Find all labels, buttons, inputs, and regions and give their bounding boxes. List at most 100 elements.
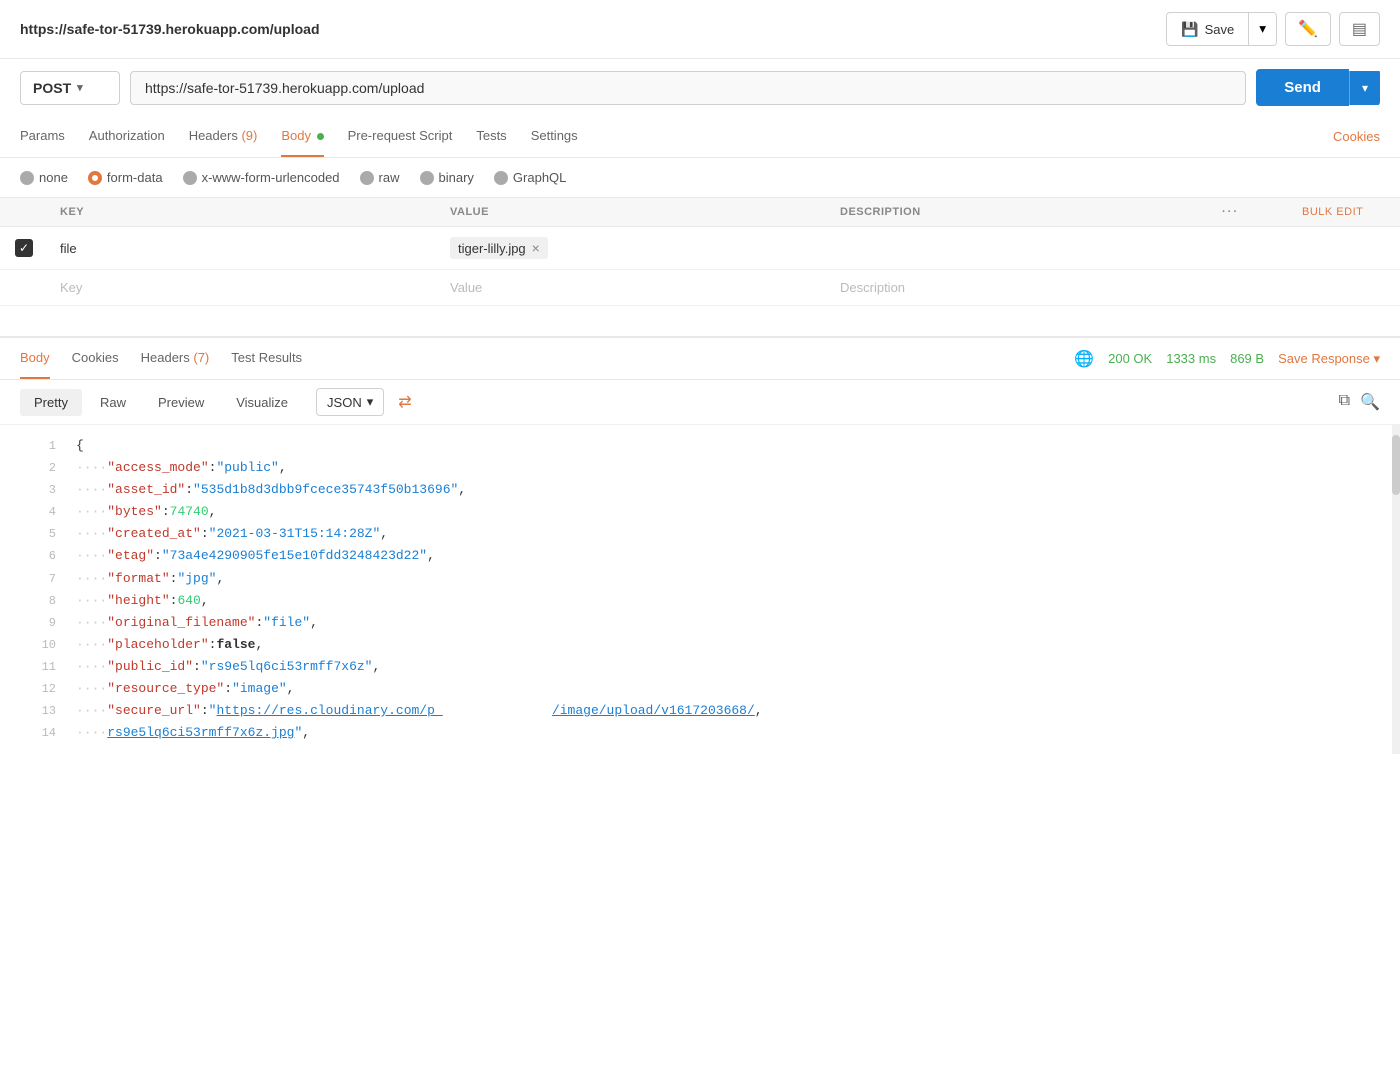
response-section: Body Cookies Headers (7) Test Results 🌐 … xyxy=(0,336,1400,754)
tab-params[interactable]: Params xyxy=(20,116,65,157)
row-key-value: file xyxy=(60,241,77,256)
body-type-binary[interactable]: binary xyxy=(420,170,474,185)
format-type-select[interactable]: JSON ▾ xyxy=(316,388,384,416)
globe-icon: 🌐 xyxy=(1074,349,1094,369)
radio-raw-icon xyxy=(360,171,374,185)
row-actions-cell xyxy=(1210,227,1290,270)
secure-url-link[interactable]: https://res.cloudinary.com/p_ xyxy=(216,700,442,722)
body-type-graphql[interactable]: GraphQL xyxy=(494,170,566,185)
json-line-12: 12 ···· "resource_type": "image", xyxy=(0,678,1400,700)
edit-icon: ✏️ xyxy=(1298,21,1318,38)
checkbox-checked-icon[interactable]: ✓ xyxy=(15,239,33,257)
row-desc-cell xyxy=(828,227,1210,270)
row-bulk-cell xyxy=(1290,227,1400,270)
key-placeholder: Key xyxy=(60,280,82,295)
tab-authorization[interactable]: Authorization xyxy=(89,116,165,157)
row-checkbox-cell[interactable]: ✓ xyxy=(0,227,48,270)
empty-desc-cell[interactable]: Description xyxy=(828,270,1210,306)
row-value-cell: tiger-lilly.jpg × xyxy=(438,227,828,270)
secure-url-filename-link[interactable]: rs9e5lq6ci53rmff7x6z.jpg xyxy=(107,722,294,744)
status-ok-badge: 200 OK xyxy=(1108,351,1152,366)
json-line-5: 5 ···· "created_at": "2021-03-31T15:14:2… xyxy=(0,523,1400,545)
file-tag-remove-button[interactable]: × xyxy=(532,240,540,256)
json-line-8: 8 ···· "height": 640, xyxy=(0,590,1400,612)
scrollbar-track[interactable] xyxy=(1392,425,1400,754)
edit-button[interactable]: ✏️ xyxy=(1285,12,1331,46)
url-input[interactable] xyxy=(130,71,1246,105)
file-tag-name: tiger-lilly.jpg xyxy=(458,241,526,256)
json-line-1: 1 { xyxy=(0,435,1400,457)
desc-placeholder: Description xyxy=(840,280,905,295)
method-select[interactable]: POST ▾ xyxy=(20,71,120,105)
comment-button[interactable]: ▤ xyxy=(1339,12,1380,46)
json-line-3: 3 ···· "asset_id": "535d1b8d3dbb9fcece35… xyxy=(0,479,1400,501)
response-tab-body[interactable]: Body xyxy=(20,338,50,379)
json-line-9: 9 ···· "original_filename": "file", xyxy=(0,612,1400,634)
json-line-6: 6 ···· "etag": "73a4e4290905fe15e10fdd32… xyxy=(0,545,1400,567)
format-tab-preview[interactable]: Preview xyxy=(144,389,218,416)
json-line-13: 13 ···· "secure_url": "https://res.cloud… xyxy=(0,700,1400,722)
response-body-actions: ⧉ 🔍 xyxy=(1339,392,1380,412)
format-tab-raw[interactable]: Raw xyxy=(86,389,140,416)
json-line-2: 2 ···· "access_mode": "public", xyxy=(0,457,1400,479)
row-key-cell: file xyxy=(48,227,438,270)
json-line-7: 7 ···· "format": "jpg", xyxy=(0,568,1400,590)
response-tabs: Body Cookies Headers (7) Test Results 🌐 … xyxy=(0,338,1400,380)
table-row: ✓ file tiger-lilly.jpg × xyxy=(0,227,1400,270)
tab-tests[interactable]: Tests xyxy=(476,116,506,157)
send-dropdown-button[interactable]: ▾ xyxy=(1349,71,1380,105)
format-select-arrow-icon: ▾ xyxy=(367,394,374,410)
save-button[interactable]: 💾 Save xyxy=(1167,15,1248,44)
response-tab-cookies[interactable]: Cookies xyxy=(72,338,119,379)
radio-form-data-icon xyxy=(88,171,102,185)
search-icon[interactable]: 🔍 xyxy=(1360,392,1380,412)
cookies-link[interactable]: Cookies xyxy=(1333,129,1380,144)
save-icon: 💾 xyxy=(1181,21,1198,38)
scrollbar-thumb[interactable] xyxy=(1392,435,1400,495)
response-tab-test-results[interactable]: Test Results xyxy=(231,338,302,379)
send-main-button[interactable]: Send xyxy=(1256,69,1349,106)
body-type-row: none form-data x-www-form-urlencoded raw… xyxy=(0,158,1400,198)
save-dropdown-button[interactable]: ▾ xyxy=(1248,13,1276,45)
radio-urlencoded-icon xyxy=(183,171,197,185)
radio-none-icon xyxy=(20,171,34,185)
tab-headers[interactable]: Headers (9) xyxy=(189,116,258,157)
tab-settings[interactable]: Settings xyxy=(531,116,578,157)
format-tab-pretty[interactable]: Pretty xyxy=(20,389,82,416)
empty-bulk-cell xyxy=(1290,270,1400,306)
tab-pre-request[interactable]: Pre-request Script xyxy=(348,116,453,157)
json-body: 1 { 2 ···· "access_mode": "public", 3 ··… xyxy=(0,425,1400,754)
table-check-header xyxy=(0,198,48,227)
table-desc-header: DESCRIPTION xyxy=(828,198,1210,227)
status-size: 869 B xyxy=(1230,351,1264,366)
empty-actions-cell xyxy=(1210,270,1290,306)
copy-icon[interactable]: ⧉ xyxy=(1339,392,1350,412)
status-time: 1333 ms xyxy=(1166,351,1216,366)
save-response-link[interactable]: Save Response ▾ xyxy=(1278,351,1380,367)
three-dots-icon: ··· xyxy=(1222,206,1239,218)
body-type-urlencoded[interactable]: x-www-form-urlencoded xyxy=(183,170,340,185)
wrap-icon[interactable]: ⇄ xyxy=(398,392,411,412)
url-bar: https://safe-tor-51739.herokuapp.com/upl… xyxy=(0,0,1400,59)
response-tab-headers[interactable]: Headers (7) xyxy=(141,338,210,379)
format-row: Pretty Raw Preview Visualize JSON ▾ ⇄ ⧉ … xyxy=(0,380,1400,425)
table-value-header: VALUE xyxy=(438,198,828,227)
body-type-raw[interactable]: raw xyxy=(360,170,400,185)
json-line-14: 14 ···· rs9e5lq6ci53rmff7x6z.jpg", xyxy=(0,722,1400,744)
response-status-bar: 🌐 200 OK 1333 ms 869 B Save Response ▾ xyxy=(1074,349,1380,369)
url-bar-actions: 💾 Save ▾ ✏️ ▤ xyxy=(1166,12,1380,46)
secure-url-path-link[interactable]: /image/upload/v1617203668/ xyxy=(552,700,755,722)
body-type-form-data[interactable]: form-data xyxy=(88,170,163,185)
empty-check-cell xyxy=(0,270,48,306)
format-tab-visualize[interactable]: Visualize xyxy=(222,389,302,416)
body-type-none[interactable]: none xyxy=(20,170,68,185)
table-bulk-header[interactable]: Bulk Edit xyxy=(1290,198,1400,227)
empty-value-cell[interactable]: Value xyxy=(438,270,828,306)
body-table: KEY VALUE DESCRIPTION ··· Bulk Edit ✓ fi… xyxy=(0,198,1400,306)
tab-body[interactable]: Body xyxy=(281,116,323,157)
bulk-edit-link[interactable]: Bulk Edit xyxy=(1302,206,1363,218)
json-content: 1 { 2 ···· "access_mode": "public", 3 ··… xyxy=(0,425,1400,754)
empty-key-cell[interactable]: Key xyxy=(48,270,438,306)
request-bar: POST ▾ Send ▾ xyxy=(0,59,1400,116)
send-button-group: Send ▾ xyxy=(1256,69,1380,106)
